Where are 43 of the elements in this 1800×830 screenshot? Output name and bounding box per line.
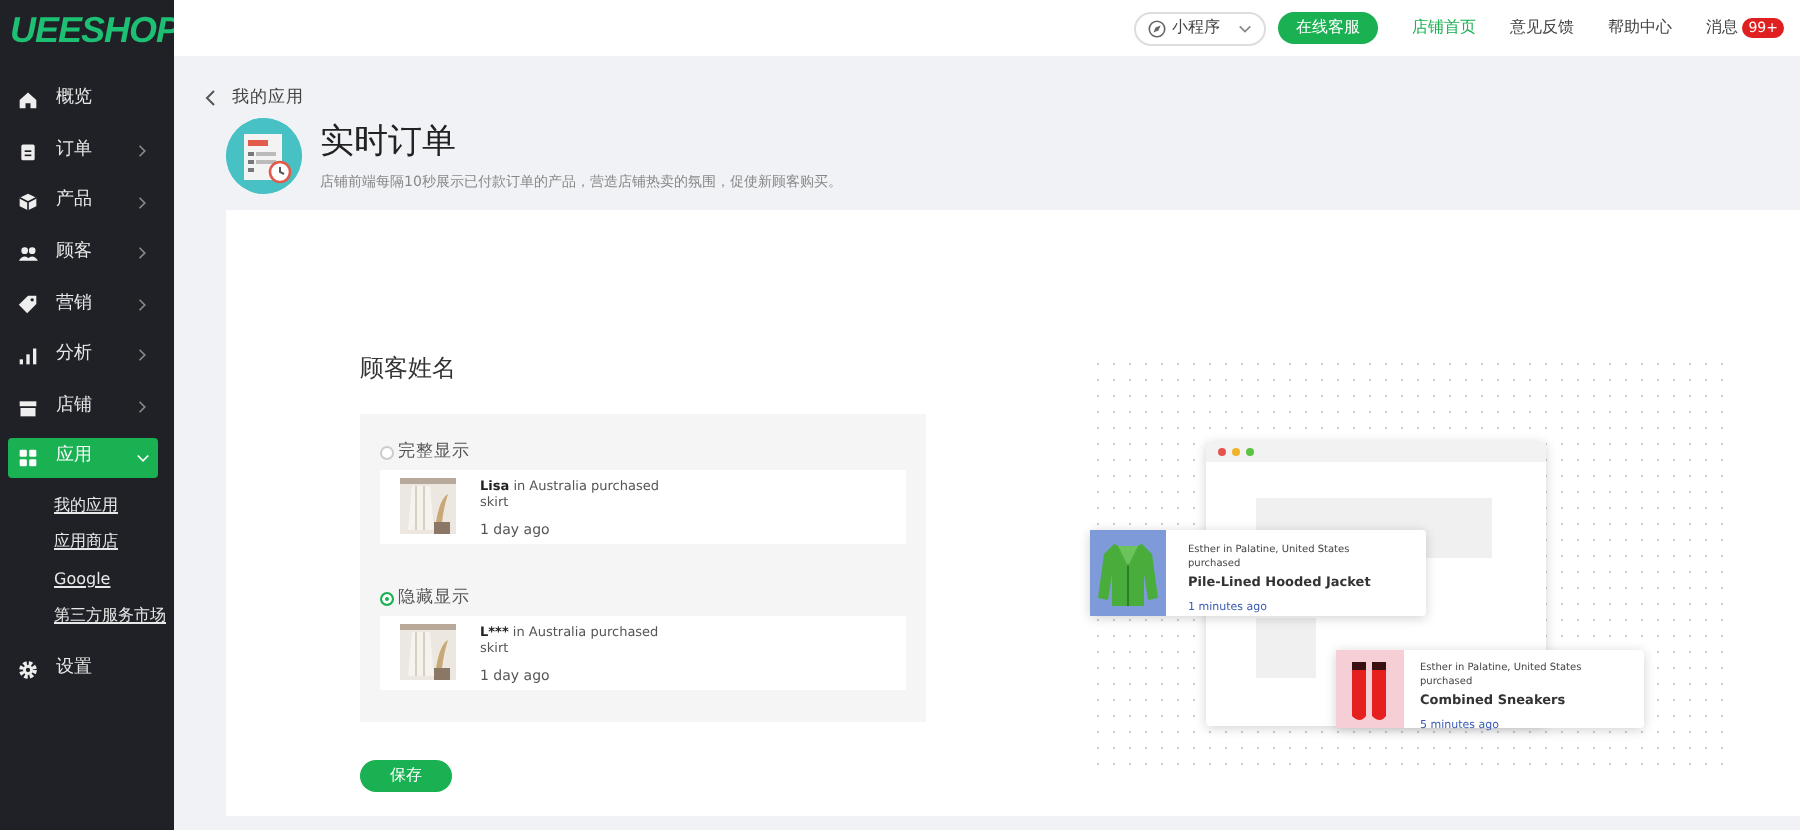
chevron-icon (136, 348, 150, 363)
sidebar-subitem[interactable]: Google (0, 561, 174, 599)
top-link[interactable]: 意见反馈 (1510, 16, 1575, 40)
bar-chart-icon (18, 345, 38, 366)
caret-icon (1238, 23, 1253, 33)
sidebar-item[interactable]: 分析 (8, 335, 158, 376)
radio-button[interactable] (380, 591, 394, 606)
sidebar-item[interactable]: 订单 (8, 131, 158, 172)
radio-option[interactable]: 完整显示 (380, 440, 906, 466)
section-title: 顾客姓名 (360, 352, 458, 386)
sidebar-subitem[interactable]: 第三方服务市场 (0, 598, 174, 636)
sidebar-item[interactable]: 概览 (8, 80, 158, 120)
compass-icon (1148, 19, 1167, 37)
back-icon[interactable] (204, 90, 216, 106)
chevron-icon (136, 144, 150, 159)
box-icon (18, 192, 38, 213)
sidebar-item[interactable]: 设置 (8, 649, 158, 690)
radio-button[interactable] (380, 445, 394, 460)
chevron-icon (136, 451, 150, 466)
chevron-icon (136, 297, 150, 312)
chevron-icon (136, 400, 150, 415)
sidebar-item[interactable]: 产品 (8, 182, 158, 223)
sidebar-subitem[interactable]: 应用商店 (0, 524, 174, 562)
store-icon (18, 397, 38, 418)
chevron-icon (136, 195, 150, 210)
grid-icon (18, 448, 38, 469)
logo[interactable]: UEESHOP (0, 0, 174, 80)
sidebar-item[interactable]: 顾客 (8, 233, 158, 274)
gear-icon (18, 659, 38, 680)
people-icon (18, 243, 38, 264)
tag-icon (18, 294, 38, 315)
top-link[interactable]: 帮助中心 (1608, 16, 1673, 40)
sidebar-subitem[interactable]: 我的应用 (0, 487, 174, 525)
page-title: 实时订单 (320, 120, 458, 164)
sidebar-item[interactable]: 店铺 (8, 387, 158, 428)
radio-option[interactable]: 隐藏显示 (380, 585, 906, 611)
home-icon (18, 90, 38, 110)
sidebar-item[interactable]: 营销 (8, 284, 158, 325)
order-icon (226, 118, 302, 194)
clipboard-icon (18, 141, 38, 162)
mini-program-dropdown[interactable]: 小程序 (1134, 11, 1267, 45)
breadcrumb-link[interactable]: 我的应用 (232, 85, 304, 111)
chevron-icon (136, 246, 150, 261)
